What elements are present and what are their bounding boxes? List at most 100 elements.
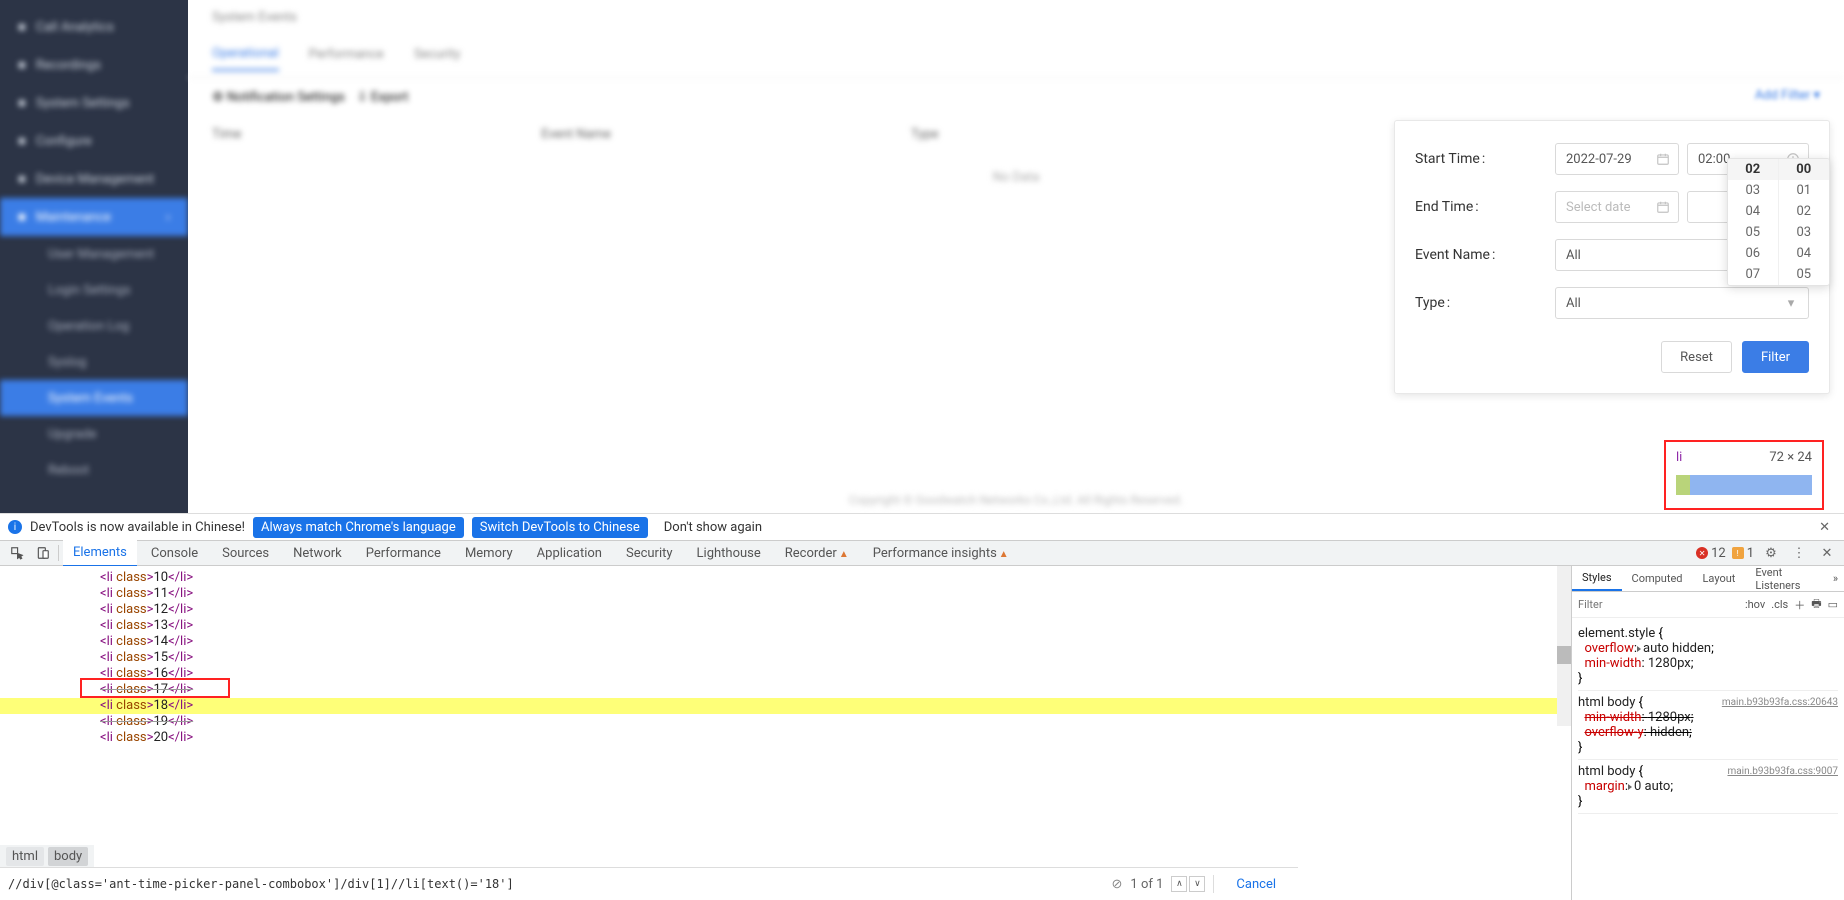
breadcrumb-item[interactable]: body bbox=[48, 847, 88, 866]
device-toggle-icon[interactable] bbox=[32, 546, 54, 560]
dom-line[interactable]: <li class>10</li> bbox=[0, 570, 1571, 586]
inspect-icon[interactable] bbox=[6, 546, 28, 560]
start-date-input[interactable]: 2022-07-29 bbox=[1555, 143, 1679, 175]
more-tabs-icon[interactable]: » bbox=[1827, 572, 1844, 585]
chevron-down-icon: ▾ bbox=[1784, 296, 1798, 310]
close-icon[interactable]: ✕ bbox=[1813, 520, 1836, 535]
dom-line[interactable]: <li class>18</li> bbox=[0, 698, 1571, 714]
dom-line[interactable]: <li class>14</li> bbox=[0, 634, 1571, 650]
hov-toggle[interactable]: :hov bbox=[1745, 598, 1765, 611]
minutes-column[interactable]: 00 01 02 03 04 05 bbox=[1779, 159, 1830, 285]
sidebar-item[interactable]: ■Device Management bbox=[0, 160, 188, 198]
end-date-input[interactable]: Select date bbox=[1555, 191, 1679, 223]
warning-count[interactable]: !1 bbox=[1732, 546, 1754, 561]
switch-language-button[interactable]: Switch DevTools to Chinese bbox=[472, 517, 648, 538]
hour-option[interactable]: 05 bbox=[1728, 222, 1778, 243]
layout-tab[interactable]: Layout bbox=[1693, 567, 1746, 590]
toolbar-btn[interactable]: ⚙ Notification Settings bbox=[212, 90, 345, 105]
dom-line[interactable]: <li class>16</li> bbox=[0, 666, 1571, 682]
tooltip-colorbars bbox=[1676, 475, 1812, 495]
sidebar-item[interactable]: ■Call Analytics bbox=[0, 8, 188, 46]
tab-memory[interactable]: Memory bbox=[455, 541, 523, 566]
toolbar-btn[interactable]: ⇩ Export bbox=[357, 90, 409, 105]
hours-column[interactable]: 02 03 04 05 06 07 bbox=[1728, 159, 1779, 285]
minute-option[interactable]: 00 bbox=[1779, 159, 1830, 180]
find-next-button[interactable]: ∨ bbox=[1189, 876, 1205, 892]
tab-perf-insights[interactable]: Performance insights▲ bbox=[863, 541, 1019, 566]
computed-tab[interactable]: Computed bbox=[1622, 567, 1693, 590]
dom-line[interactable]: <li class>12</li> bbox=[0, 602, 1571, 618]
tab[interactable]: Security bbox=[414, 47, 461, 70]
tab-recorder[interactable]: Recorder▲ bbox=[775, 541, 859, 566]
tab-security[interactable]: Security bbox=[616, 541, 683, 566]
tab[interactable]: Operational bbox=[212, 46, 279, 71]
sidebar-sub[interactable]: Operation Log bbox=[0, 308, 188, 344]
hour-option[interactable]: 06 bbox=[1728, 243, 1778, 264]
hour-option[interactable]: 02 bbox=[1728, 159, 1778, 180]
notice-text: DevTools is now available in Chinese! bbox=[30, 520, 245, 535]
dom-line[interactable]: <li class>19</li> bbox=[0, 714, 1571, 730]
tooltip-dim: 72 × 24 bbox=[1769, 450, 1812, 465]
hour-option[interactable]: 03 bbox=[1728, 180, 1778, 201]
minute-option[interactable]: 02 bbox=[1779, 201, 1830, 222]
styles-filter-input[interactable] bbox=[1578, 598, 1739, 611]
minute-option[interactable]: 01 bbox=[1779, 180, 1830, 201]
tab[interactable]: Performance bbox=[309, 47, 384, 70]
dom-line[interactable]: <li class>11</li> bbox=[0, 586, 1571, 602]
dom-line[interactable]: <li class>15</li> bbox=[0, 650, 1571, 666]
type-select[interactable]: All ▾ bbox=[1555, 287, 1809, 319]
cls-toggle[interactable]: .cls bbox=[1771, 598, 1788, 611]
sidebar-item[interactable]: ■System Settings bbox=[0, 84, 188, 122]
tab-network[interactable]: Network bbox=[283, 541, 352, 566]
kebab-icon[interactable]: ⋮ bbox=[1788, 546, 1810, 561]
devtools-body: <li class>10</li><li class>11</li><li cl… bbox=[0, 566, 1844, 900]
sidebar-sub[interactable]: User Management bbox=[0, 236, 188, 272]
print-icon[interactable]: 🖶 bbox=[1811, 595, 1821, 614]
dom-line[interactable]: <li class>13</li> bbox=[0, 618, 1571, 634]
minute-option[interactable]: 04 bbox=[1779, 243, 1830, 264]
dom-line[interactable]: <li class>17</li> bbox=[0, 682, 1571, 698]
dont-show-again-button[interactable]: Don't show again bbox=[656, 517, 770, 538]
sidebar-sub-system-events[interactable]: System Events bbox=[0, 380, 188, 416]
error-count[interactable]: ✕12 bbox=[1696, 546, 1726, 561]
dom-line[interactable]: <li class>20</li> bbox=[0, 730, 1571, 746]
find-input[interactable] bbox=[8, 877, 1104, 891]
new-style-icon[interactable]: ＋ bbox=[1794, 597, 1805, 613]
calendar-icon bbox=[1656, 200, 1670, 214]
dom-scrollbar[interactable] bbox=[1557, 566, 1571, 726]
sidebar-item-maintenance[interactable]: ■Maintenance› bbox=[0, 198, 188, 236]
event-name-label: Event Name bbox=[1415, 247, 1555, 263]
sidebar-sub[interactable]: Login Settings bbox=[0, 272, 188, 308]
tab-performance[interactable]: Performance bbox=[356, 541, 451, 566]
computed-toggle-icon[interactable]: ▭ bbox=[1828, 598, 1838, 611]
find-cancel-button[interactable]: Cancel bbox=[1222, 877, 1290, 892]
breadcrumb-item[interactable]: html bbox=[6, 847, 44, 866]
sidebar-item[interactable]: ■Configure bbox=[0, 122, 188, 160]
sidebar-sub[interactable]: Syslog bbox=[0, 344, 188, 380]
close-devtools-icon[interactable]: ✕ bbox=[1816, 546, 1838, 561]
tooltip-tag: li bbox=[1676, 450, 1682, 465]
always-match-button[interactable]: Always match Chrome's language bbox=[253, 517, 464, 538]
clear-search-icon[interactable]: ⊘ bbox=[1112, 877, 1123, 892]
tab-application[interactable]: Application bbox=[527, 541, 612, 566]
filter-button[interactable]: Filter bbox=[1742, 341, 1809, 373]
tab-sources[interactable]: Sources bbox=[212, 541, 279, 566]
minute-option[interactable]: 05 bbox=[1779, 264, 1830, 285]
minute-option[interactable]: 03 bbox=[1779, 222, 1830, 243]
tab-elements[interactable]: Elements bbox=[63, 540, 137, 567]
sidebar-sub[interactable]: Upgrade bbox=[0, 416, 188, 452]
add-filter-link[interactable]: Add Filter ▾ bbox=[1755, 88, 1820, 103]
css-rules[interactable]: element.style { overflow:auto hidden; mi… bbox=[1572, 618, 1844, 900]
sidebar-item[interactable]: ■Recordings bbox=[0, 46, 188, 84]
hour-option[interactable]: 07 bbox=[1728, 264, 1778, 285]
dom-breadcrumb[interactable]: html body bbox=[0, 845, 94, 867]
tab-lighthouse[interactable]: Lighthouse bbox=[687, 541, 771, 566]
gear-icon[interactable]: ⚙ bbox=[1760, 546, 1782, 561]
find-prev-button[interactable]: ∧ bbox=[1171, 876, 1187, 892]
sidebar-sub[interactable]: Reboot bbox=[0, 452, 188, 488]
styles-tab[interactable]: Styles bbox=[1572, 566, 1622, 591]
hour-option[interactable]: 04 bbox=[1728, 201, 1778, 222]
reset-button[interactable]: Reset bbox=[1661, 341, 1732, 373]
dom-tree[interactable]: <li class>10</li><li class>11</li><li cl… bbox=[0, 566, 1571, 900]
tab-console[interactable]: Console bbox=[141, 541, 208, 566]
